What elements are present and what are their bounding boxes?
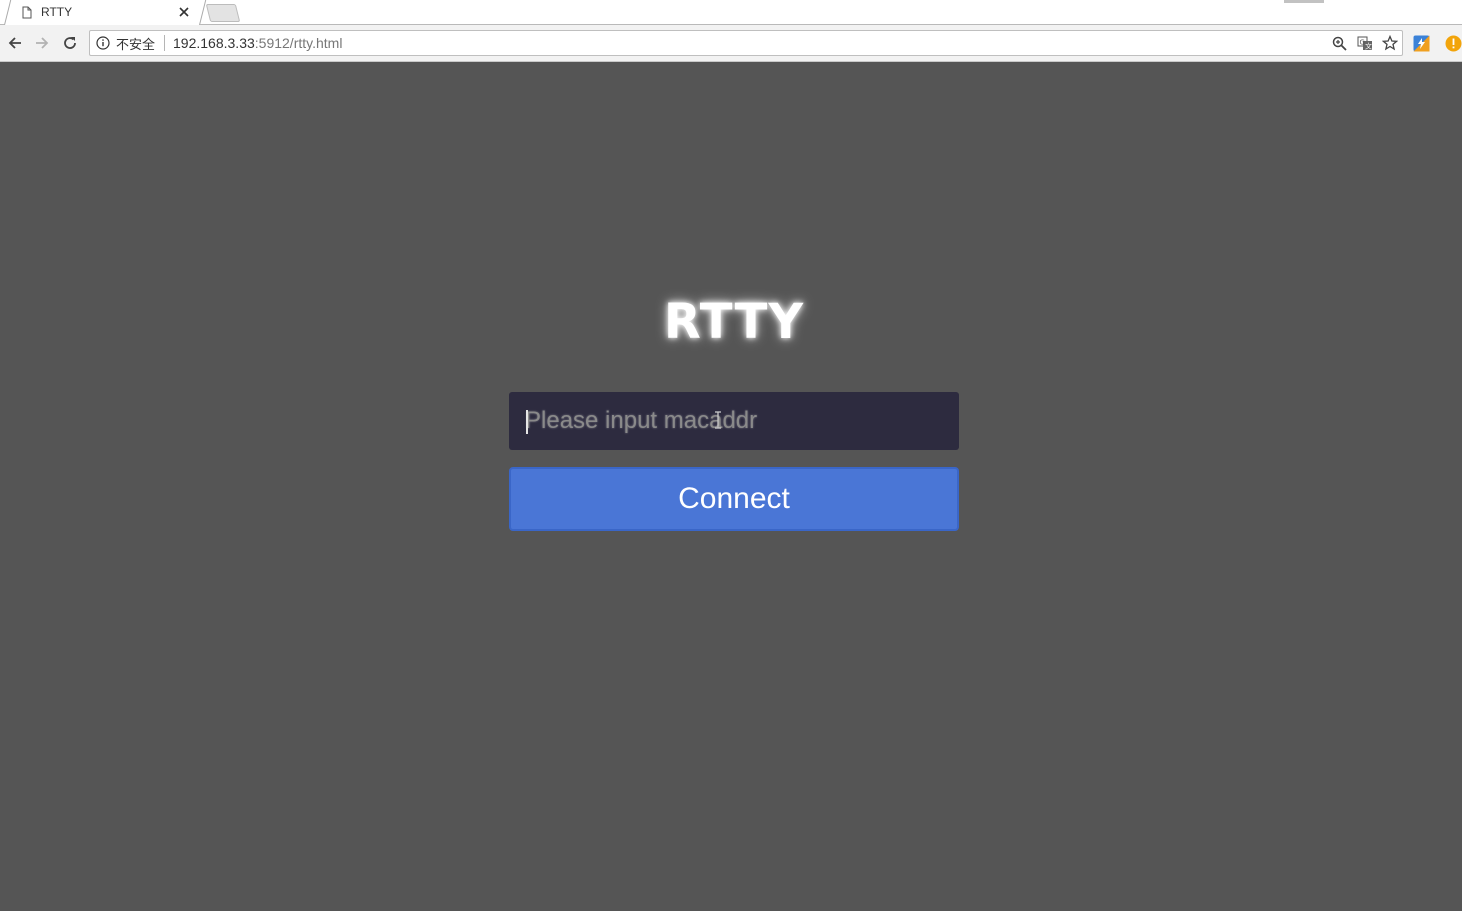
connect-button[interactable]: Connect <box>509 467 959 531</box>
close-icon[interactable] <box>176 4 192 20</box>
zoom-icon[interactable] <box>1331 35 1348 52</box>
divider <box>164 35 166 51</box>
security-label: 不安全 <box>116 36 156 52</box>
omnibox-actions: G 文 <box>1331 33 1398 53</box>
alert-icon[interactable] <box>1444 34 1462 52</box>
reload-icon[interactable] <box>60 33 80 53</box>
new-tab-button[interactable] <box>205 4 241 22</box>
svg-text:文: 文 <box>1365 42 1372 51</box>
text-caret <box>526 410 528 434</box>
page-content: RTTY Connect <box>0 62 1462 911</box>
extension-icon[interactable] <box>1412 34 1430 52</box>
browser-toolbar: 不安全 192.168.3.33:5912/rtty.html G 文 <box>0 25 1462 62</box>
profile-indicator <box>1284 0 1324 3</box>
macaddr-input[interactable] <box>509 392 959 450</box>
url-host: 192.168.3.33 <box>173 35 255 51</box>
info-icon[interactable] <box>96 36 110 50</box>
tab-strip: RTTY <box>0 0 1462 25</box>
url-path: :5912/rtty.html <box>254 35 343 51</box>
translate-icon[interactable]: G 文 <box>1356 35 1373 52</box>
ibeam-cursor-icon <box>714 411 722 429</box>
star-icon[interactable] <box>1381 35 1398 52</box>
back-arrow-icon[interactable] <box>5 33 25 53</box>
page-title: RTTY <box>663 294 805 350</box>
forward-arrow-icon[interactable] <box>32 33 52 53</box>
page-icon <box>20 6 33 19</box>
tab-title: RTTY <box>41 5 73 19</box>
browser-window: RTTY 不安全 192.168.3.33:5912/rtty.html G … <box>0 0 1462 911</box>
tab-active[interactable]: RTTY <box>16 0 198 24</box>
address-bar[interactable]: 不安全 192.168.3.33:5912/rtty.html G 文 <box>89 30 1403 56</box>
